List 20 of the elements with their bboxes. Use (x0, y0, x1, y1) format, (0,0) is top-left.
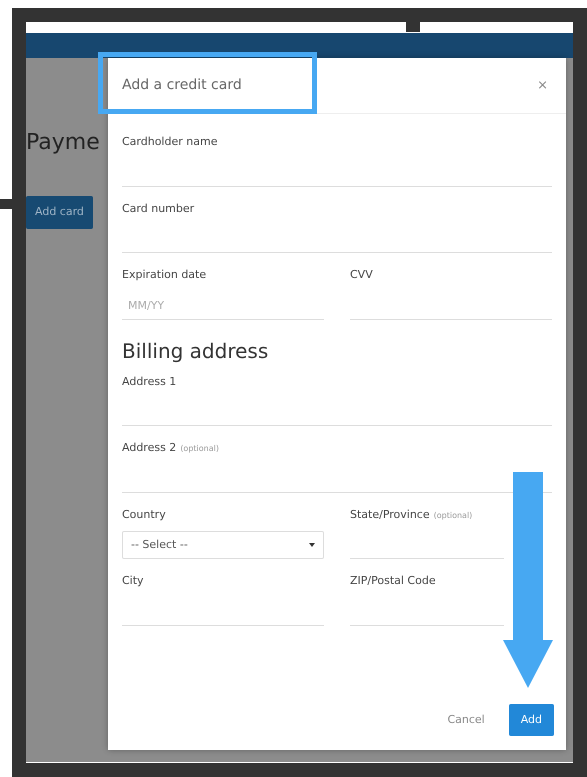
field-label: Address 2 (122, 440, 176, 456)
add-card-button[interactable]: Add card (26, 196, 93, 229)
field-label: CVV (350, 267, 373, 283)
section-heading: Billing address (122, 338, 270, 364)
field-label: Cardholder name (122, 134, 218, 150)
country-select[interactable]: -- Select -- (122, 531, 324, 559)
field-label: Card number (122, 200, 194, 216)
field-label: Address 1 (122, 374, 176, 390)
optional-note: (optional) (434, 510, 472, 522)
optional-note: (optional) (180, 443, 219, 455)
add-button[interactable]: Add (508, 704, 554, 736)
modal-title: Add a credit card (122, 76, 242, 95)
cancel-button[interactable]: Cancel (441, 710, 491, 729)
field-label: ZIP/Postal Code (350, 573, 436, 589)
page-heading: Payme (26, 130, 100, 156)
field-label: Country (122, 506, 166, 522)
field-label: Expiration date (122, 267, 206, 283)
field-label: State/Province (350, 506, 430, 522)
close-button[interactable]: × (533, 76, 552, 96)
field-label: City (122, 573, 144, 589)
